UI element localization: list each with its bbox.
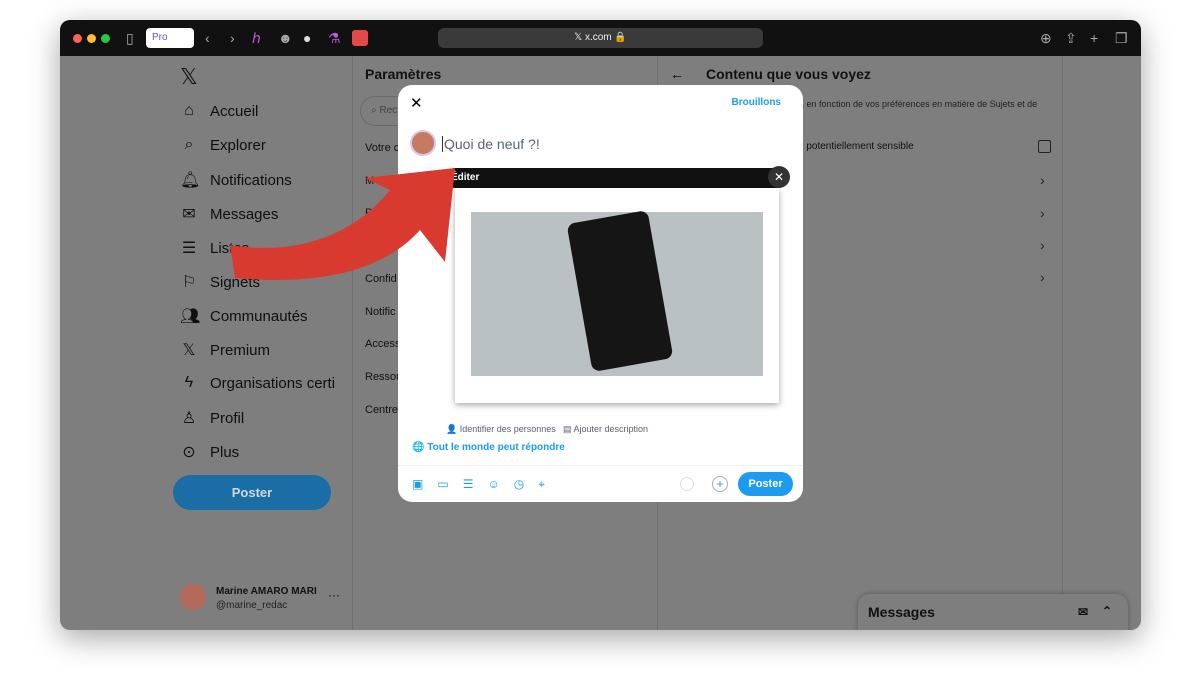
sensitive-content-label: u potentiellement sensible (798, 141, 914, 152)
poster-button[interactable]: Poster (738, 472, 793, 496)
nav-item-label: Plus (210, 443, 240, 461)
settings-item[interactable]: Notific (365, 306, 396, 318)
emoji-icon[interactable]: ☺ (487, 477, 499, 492)
user-name: Marine AMARO MARI (216, 586, 317, 597)
remove-media-icon[interactable]: ✕ (768, 166, 790, 188)
bell-icon: 🔔︎ (180, 172, 201, 189)
nav-item-label: Profil (210, 409, 245, 427)
sensitive-checkbox[interactable] (1038, 140, 1051, 153)
x-favicon-icon: 𝕏 (574, 32, 585, 43)
location-icon[interactable]: ⌖ (538, 477, 545, 492)
settings-item[interactable]: Centre (365, 404, 398, 416)
nav-item-8[interactable]: ϟ Organisations certi (180, 374, 335, 392)
share-icon[interactable]: ⇪ (1065, 30, 1077, 47)
browser-toolbar: ▯ Pro ‹ › ℎ ☻ ● ⚗ 𝕏 x.com 🔒 ⊕ ⇪ + ❐ (60, 20, 1141, 56)
char-counter (680, 477, 694, 491)
image-icon[interactable]: ▣ (412, 477, 423, 492)
forward-icon[interactable]: › (230, 30, 235, 46)
flask-icon[interactable]: ⚗ (328, 30, 341, 47)
nav-item-9[interactable]: ♙ Profil (180, 408, 244, 428)
left-nav: 𝕏 ⌂ Accueil ⌕ Explorer 🔔︎ Notifications ✉ Messa… (60, 56, 353, 630)
media-attachment[interactable] (455, 188, 779, 403)
extension-icon[interactable]: ℎ (252, 30, 261, 47)
page-title: Contenu que vous voyez (706, 66, 871, 82)
settings-item[interactable]: Ressou (365, 371, 402, 383)
nav-item-label: Premium (210, 341, 271, 359)
nav-item-label: Accueil (210, 102, 259, 120)
tabs-icon[interactable]: ❐ (1115, 30, 1128, 47)
settings-title: Paramètres (365, 66, 442, 82)
tablet-photo (471, 210, 763, 376)
description: X en fonction de vos préférences en mati… (798, 99, 1038, 109)
x-logo-icon[interactable]: 𝕏 (180, 64, 198, 90)
avatar[interactable] (180, 584, 206, 610)
screenshot-strip: Éditer ✕ (445, 166, 790, 188)
search-icon: ⌕ (184, 136, 194, 153)
red-arrow-annotation (230, 168, 455, 281)
user-handle: @marine_redac (216, 600, 288, 611)
list-icon: ☰ (181, 240, 197, 257)
add-post-icon[interactable]: + (712, 476, 728, 492)
tablet-image (566, 210, 674, 372)
extension-icon[interactable] (352, 30, 368, 46)
drafts-button[interactable]: Brouillons (732, 97, 781, 108)
mail-icon: ✉ (182, 206, 196, 223)
bookmark-icon: ⚐ (181, 274, 197, 291)
sidebar-icon[interactable]: ▯ (126, 30, 134, 47)
close-icon[interactable]: ✕ (410, 94, 423, 112)
bolt-icon: ϟ (184, 374, 194, 391)
x-icon: 𝕏 (182, 342, 196, 359)
nav-item-10[interactable]: ⊙ Plus (180, 442, 239, 462)
person-icon: ♙ (181, 410, 197, 427)
settings-item[interactable]: Access (365, 338, 400, 350)
profile-button[interactable]: Pro (146, 28, 194, 48)
new-tab-icon[interactable]: + (1090, 30, 1098, 46)
tag-people-button[interactable]: 👤 Identifier des personnes (446, 424, 556, 435)
address-bar[interactable]: 𝕏 x.com 🔒 (438, 28, 763, 48)
chevron-right-icon[interactable]: › (1040, 269, 1045, 285)
nav-item-label: Organisations certi (210, 374, 336, 392)
chevron-right-icon[interactable]: › (1040, 172, 1045, 188)
nav-item-6[interactable]: 👥︎ Communautés (180, 306, 308, 326)
schedule-icon[interactable]: ◷ (514, 477, 524, 492)
back-arrow-icon[interactable]: ← (670, 66, 684, 82)
new-message-icon[interactable]: ✉ (1078, 605, 1088, 619)
extension-icon[interactable]: ● (303, 30, 311, 46)
nav-item-0[interactable]: ⌂ Accueil (180, 102, 258, 120)
expand-icon[interactable]: ⌃ (1102, 604, 1112, 618)
chevron-right-icon[interactable]: › (1040, 205, 1045, 221)
add-description-button[interactable]: ▤ Ajouter description (563, 424, 648, 435)
home-icon: ⌂ (184, 102, 194, 119)
reply-settings-button[interactable]: 🌐 Tout le monde peut répondre (412, 442, 565, 453)
more-options-icon[interactable]: ··· (328, 588, 340, 602)
post-button[interactable]: Poster (173, 475, 331, 510)
download-icon[interactable]: ⊕ (1040, 30, 1052, 47)
back-icon[interactable]: ‹ (205, 30, 210, 46)
url-text: x.com (584, 32, 612, 43)
chevron-right-icon[interactable]: › (1040, 237, 1045, 253)
people-icon: 👥︎ (180, 308, 201, 325)
nav-item-label: Communautés (210, 307, 308, 325)
gif-icon[interactable]: ▭ (437, 477, 448, 492)
poll-icon[interactable]: ☰ (463, 477, 474, 492)
more-icon: ⊙ (182, 444, 196, 461)
minimize-window-button[interactable] (87, 34, 96, 43)
close-window-button[interactable] (73, 34, 82, 43)
maximize-window-button[interactable] (101, 34, 110, 43)
messages-drawer[interactable]: Messages ✉ ⌃ (858, 594, 1128, 630)
nav-item-7[interactable]: 𝕏 Premium (180, 340, 270, 360)
extension-icon[interactable]: ☻ (278, 30, 293, 46)
